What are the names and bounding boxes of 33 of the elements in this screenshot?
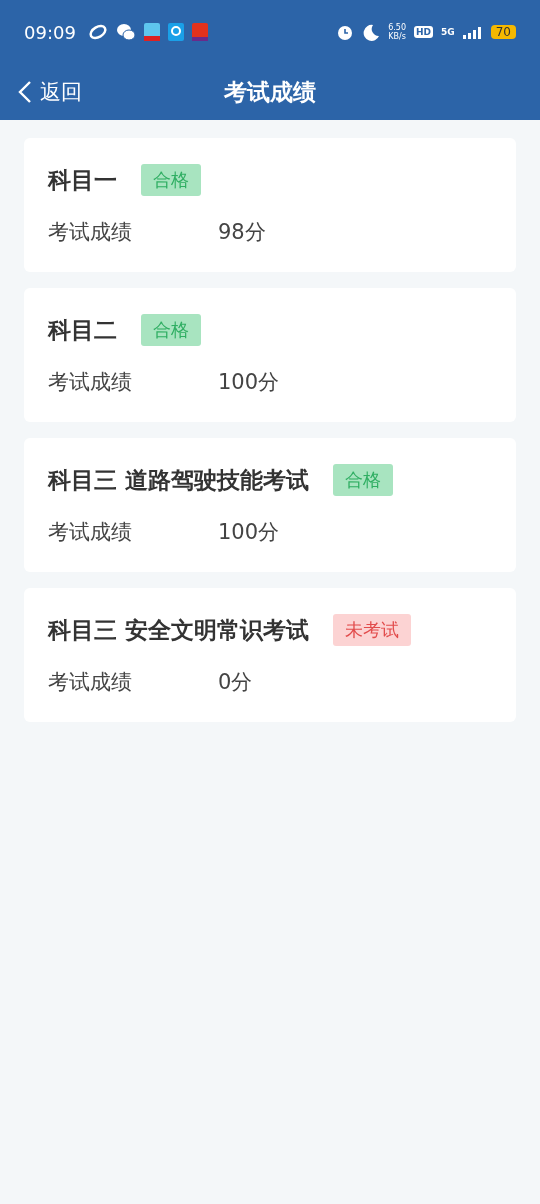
score-label: 考试成绩	[48, 669, 133, 696]
subject-name: 科目三 道路驾驶技能考试	[48, 465, 309, 495]
signal-icon	[462, 25, 481, 39]
page-title: 考试成绩	[224, 77, 316, 107]
back-icon	[18, 80, 32, 104]
alarm-icon	[336, 23, 355, 41]
moon-icon	[362, 23, 381, 41]
score-value: 100分	[218, 519, 280, 546]
subject-name: 科目三 安全文明常识考试	[48, 615, 309, 645]
status-time: 09:09	[24, 21, 76, 43]
subject-name: 科目二	[48, 315, 117, 345]
speed-unit: KB/s	[388, 32, 406, 41]
score-label: 考试成绩	[48, 219, 133, 246]
app-icon	[167, 23, 184, 41]
network-speed: 6.50	[388, 23, 407, 32]
score-label: 考试成绩	[48, 369, 133, 396]
status-badge: 合格	[141, 164, 201, 196]
app-icon	[143, 23, 160, 41]
subject-name: 科目一	[48, 165, 117, 195]
score-value: 98分	[218, 219, 266, 246]
app-icon	[191, 23, 208, 41]
score-value: 100分	[218, 369, 280, 396]
battery-level: 70	[490, 25, 516, 39]
score-label: 考试成绩	[48, 519, 133, 546]
status-badge: 合格	[333, 464, 393, 496]
status-badge: 未考试	[333, 614, 411, 646]
hd-badge: HD	[414, 26, 434, 38]
chat-icon	[115, 22, 136, 42]
score-value: 0分	[218, 669, 253, 696]
network-type: 5G	[441, 27, 455, 37]
app-icon	[87, 22, 108, 42]
back-button[interactable]: 返回	[0, 78, 82, 106]
status-badge: 合格	[141, 314, 201, 346]
